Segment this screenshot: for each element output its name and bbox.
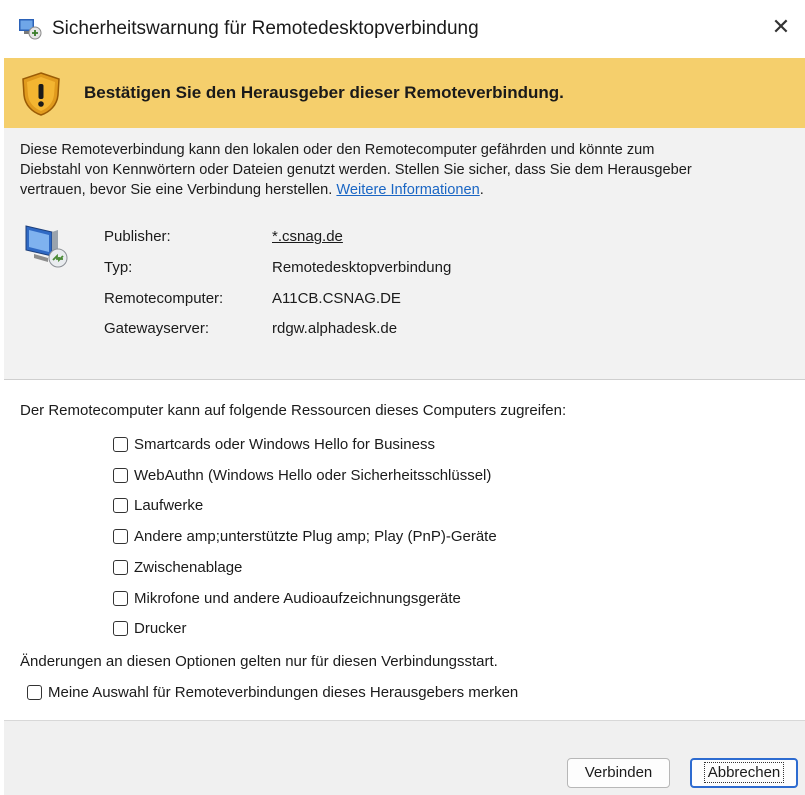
warning-shield-icon	[22, 72, 60, 116]
description-text: vertrauen, bevor Sie eine Verbindung her…	[20, 182, 333, 198]
type-label: Typ:	[104, 259, 133, 276]
checkbox-label: Andere amp;unterstützte Plug amp; Play (…	[134, 527, 497, 545]
checkbox-drives[interactable]: Laufwerke	[113, 494, 203, 516]
description-period: .	[479, 182, 484, 198]
checkbox-label: Mikrofone und andere Audioaufzeichnungsg…	[134, 589, 461, 607]
remote-computer-label: Remotecomputer:	[104, 290, 224, 307]
options-note: Änderungen an diesen Optionen gelten nur…	[20, 653, 498, 670]
publisher-label: Publisher:	[104, 228, 171, 245]
checkbox-label: Zwischenablage	[134, 558, 243, 576]
close-icon: ✕	[771, 15, 791, 40]
checkbox-box[interactable]	[113, 497, 128, 513]
type-value: Remotedesktopverbindung	[272, 259, 452, 276]
remote-desktop-app-icon	[19, 19, 42, 40]
description-line: Diebstahl von Kennwörtern oder Dateien g…	[20, 162, 692, 178]
checkbox-box[interactable]	[113, 436, 128, 452]
dialog-footer	[4, 720, 805, 795]
checkbox-printers[interactable]: Drucker	[113, 617, 187, 639]
checkbox-clipboard[interactable]: Zwischenablage	[113, 556, 242, 578]
checkbox-label: Meine Auswahl für Remoteverbindungen die…	[48, 683, 519, 701]
checkbox-box[interactable]	[113, 528, 128, 544]
remote-computer-icon	[25, 225, 68, 268]
checkbox-label: Laufwerke	[134, 496, 204, 514]
remote-computer-value: A11CB.CSNAG.DE	[272, 290, 401, 307]
description-line: Diese Remoteverbindung kann den lokalen …	[20, 142, 655, 158]
checkbox-box[interactable]	[113, 467, 128, 483]
checkbox-box[interactable]	[113, 590, 128, 606]
banner-heading: Bestätigen Sie den Herausgeber dieser Re…	[84, 83, 564, 102]
checkbox-smartcards[interactable]: Smartcards oder Windows Hello for Busine…	[113, 433, 435, 455]
resources-heading: Der Remotecomputer kann auf folgende Res…	[20, 402, 567, 419]
warning-banner: Bestätigen Sie den Herausgeber dieser Re…	[4, 58, 805, 128]
connect-button[interactable]: Verbinden	[567, 758, 670, 788]
title-bar: Sicherheitswarnung für Remotedesktopverb…	[0, 0, 805, 58]
checkbox-box[interactable]	[27, 684, 42, 700]
warning-description: Diese Remoteverbindung kann den lokalen …	[20, 140, 790, 200]
gateway-server-label: Gatewayserver:	[104, 320, 210, 337]
gateway-server-value: rdgw.alphadesk.de	[272, 320, 398, 337]
cancel-button[interactable]: Abbrechen	[690, 758, 798, 788]
checkbox-label: Smartcards oder Windows Hello for Busine…	[134, 435, 435, 453]
checkbox-pnp-devices[interactable]: Andere amp;unterstützte Plug amp; Play (…	[113, 525, 497, 547]
checkbox-box[interactable]	[113, 620, 128, 636]
cancel-button-label: Abbrechen	[703, 762, 785, 783]
publisher-link[interactable]: *.csnag.de	[272, 228, 343, 245]
window-title: Sicherheitswarnung für Remotedesktopverb…	[52, 18, 479, 39]
close-button[interactable]: ✕	[763, 10, 799, 46]
checkbox-webauthn[interactable]: WebAuthn (Windows Hello oder Sicherheits…	[113, 464, 491, 486]
checkbox-microphones[interactable]: Mikrofone und andere Audioaufzeichnungsg…	[113, 587, 461, 609]
checkbox-box[interactable]	[113, 559, 128, 575]
more-info-link[interactable]: Weitere Informationen	[336, 182, 479, 198]
checkbox-label: Drucker	[134, 619, 187, 637]
checkbox-remember-choice[interactable]: Meine Auswahl für Remoteverbindungen die…	[27, 681, 518, 703]
checkbox-label: WebAuthn (Windows Hello oder Sicherheits…	[134, 466, 492, 484]
description-line: vertrauen, bevor Sie eine Verbindung her…	[20, 180, 790, 200]
